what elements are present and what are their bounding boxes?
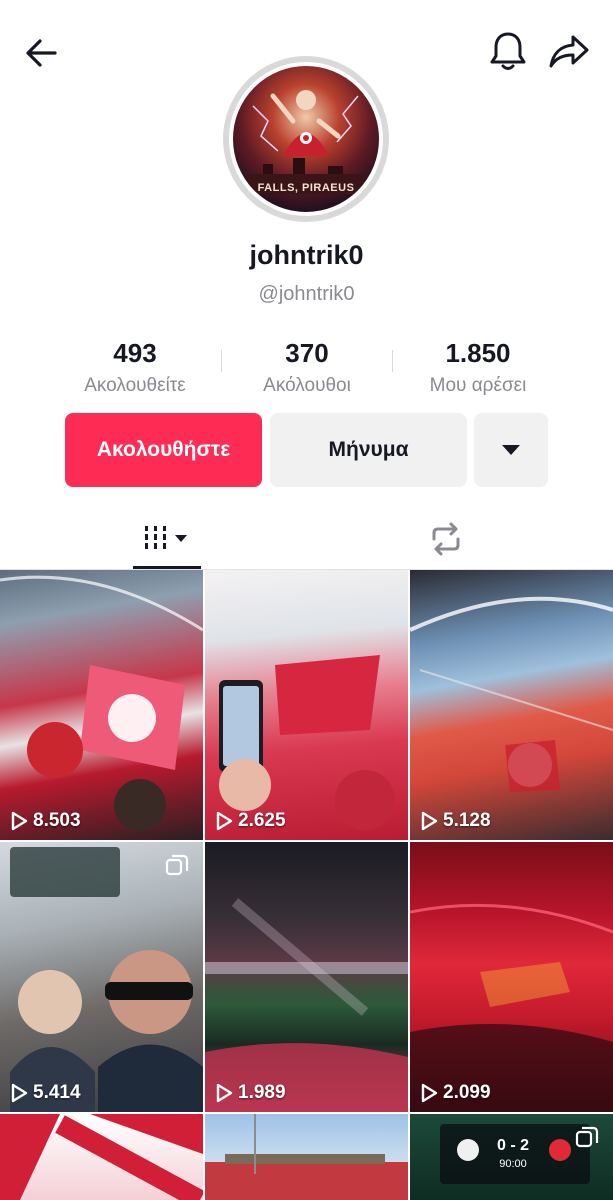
video-thumbnail[interactable]: 5.128: [410, 570, 613, 840]
video-grid: 8.503 2.625 5.128 5.414 1.989 2.099 0 - …: [0, 570, 613, 1200]
grid-bars-icon: [145, 526, 187, 549]
bell-icon: [490, 32, 526, 70]
followers-count: 370: [285, 338, 329, 368]
view-count: 2.625: [215, 810, 286, 832]
message-button[interactable]: Μήνυμα: [270, 413, 467, 487]
stat-likes[interactable]: 1.850 Μου αρέσει: [393, 338, 563, 397]
username-handle: @johntrik0: [258, 283, 355, 305]
view-count-text: 5.414: [33, 1082, 81, 1103]
likes-label: Μου αρέσει: [429, 375, 527, 396]
view-count-text: 8.503: [33, 810, 81, 831]
profile-stats: 493 Ακολουθείτε 370 Ακόλουθοι 1.850 Μου …: [40, 338, 573, 398]
display-name: johntrik0: [249, 240, 364, 270]
play-icon: [216, 1083, 233, 1103]
play-icon: [216, 811, 233, 831]
view-count-text: 1.989: [238, 1082, 286, 1103]
repost-icon: [432, 522, 460, 556]
arrow-left-icon: [26, 39, 57, 67]
play-icon: [11, 1083, 28, 1103]
share-button[interactable]: [544, 28, 594, 74]
profile-actions: Ακολουθήστε Μήνυμα: [65, 413, 548, 487]
video-thumbnail[interactable]: 2.099: [410, 842, 613, 1112]
more-options-button[interactable]: [474, 413, 548, 487]
scoreboard-time: 90:00: [499, 1158, 527, 1170]
follow-button[interactable]: Ακολουθήστε: [65, 413, 262, 487]
video-thumbnail[interactable]: 2.625: [205, 570, 408, 840]
play-icon: [421, 811, 438, 831]
view-count-text: 2.099: [443, 1082, 491, 1103]
stat-followers[interactable]: 370 Ακόλουθοι: [222, 338, 392, 397]
tab-reposts[interactable]: [412, 510, 480, 568]
video-thumbnail-art: [410, 903, 613, 1112]
video-thumbnail[interactable]: 5.414: [0, 842, 203, 1112]
video-thumbnail-art: [0, 575, 203, 831]
play-icon: [421, 1083, 438, 1103]
followers-label: Ακόλουθοι: [263, 375, 351, 396]
view-count: 5.414: [10, 1082, 81, 1104]
video-thumbnail[interactable]: 8.503: [0, 570, 203, 840]
avatar: ... FALLS, PIRAEUS ...: [229, 62, 383, 216]
video-thumbnail[interactable]: [205, 1114, 408, 1200]
multi-photo-icon: [165, 854, 189, 883]
video-thumbnail-art: [410, 596, 613, 792]
back-button[interactable]: [18, 30, 64, 76]
video-thumbnail-art: [219, 655, 395, 830]
avatar-caption: ... FALLS, PIRAEUS ...: [243, 182, 369, 194]
multi-photo-icon: [575, 1126, 599, 1155]
view-count-text: 2.625: [238, 810, 286, 831]
video-thumbnail-art: [205, 898, 408, 1112]
video-thumbnail[interactable]: 0 - 2 90:00: [410, 1114, 613, 1200]
notifications-button[interactable]: [485, 28, 531, 74]
video-thumbnail-art: [205, 1114, 408, 1200]
caret-down-icon: [502, 445, 520, 455]
stat-following[interactable]: 493 Ακολουθείτε: [50, 338, 220, 397]
view-count: 1.989: [215, 1082, 286, 1104]
tab-videos[interactable]: [133, 510, 201, 568]
likes-count: 1.850: [445, 338, 511, 368]
following-label: Ακολουθείτε: [84, 375, 186, 396]
play-icon: [11, 811, 28, 831]
share-arrow-icon: [549, 35, 589, 68]
content-tabs: [0, 510, 613, 570]
video-thumbnail-art: [0, 1114, 203, 1200]
view-count: 8.503: [10, 810, 81, 832]
following-count: 493: [113, 338, 157, 368]
view-count-text: 5.128: [443, 810, 491, 831]
scoreboard-score: 0 - 2: [496, 1137, 529, 1154]
avatar-ring[interactable]: ... FALLS, PIRAEUS ...: [223, 56, 389, 222]
active-tab-indicator: [133, 566, 201, 569]
video-thumbnail[interactable]: [0, 1114, 203, 1200]
view-count: 2.099: [420, 1082, 491, 1104]
video-thumbnail[interactable]: 1.989: [205, 842, 408, 1112]
view-count: 5.128: [420, 810, 491, 832]
